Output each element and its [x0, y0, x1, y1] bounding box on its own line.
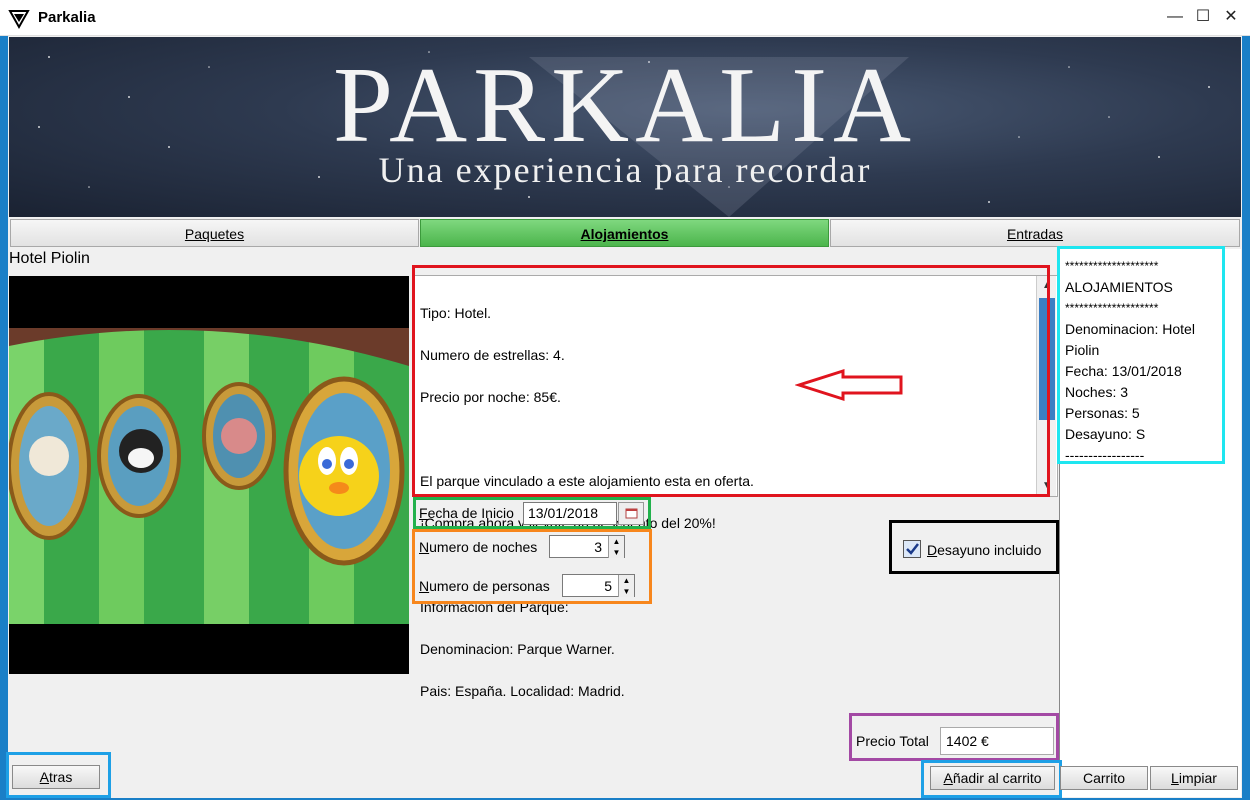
- anadir-rest: ñadir al carrito: [952, 770, 1042, 786]
- personas-stepper[interactable]: 5 ▲ ▼: [562, 574, 635, 597]
- personas-label: Numero de personas: [419, 578, 550, 594]
- atras-key: A: [39, 769, 49, 785]
- anadir-carrito-button[interactable]: Añadir al carrito: [930, 766, 1055, 790]
- tab-paquetes[interactable]: Paquetes: [10, 219, 419, 247]
- tab-entradas[interactable]: Entradas: [830, 219, 1240, 247]
- banner: PARKALIA Una experiencia para recordar: [9, 37, 1241, 217]
- hotel-name: Hotel Piolin: [9, 250, 90, 267]
- fecha-input[interactable]: 13/01/2018: [523, 502, 617, 525]
- atras-button[interactable]: Atras: [12, 765, 100, 789]
- limpiar-rest: impiar: [1178, 770, 1217, 786]
- highlight-description: [412, 265, 1050, 497]
- limpiar-key: L: [1171, 770, 1179, 786]
- limpiar-button[interactable]: Limpiar: [1150, 766, 1238, 790]
- window-title: Parkalia: [38, 9, 96, 26]
- banner-subtitle: Una experiencia para recordar: [378, 150, 872, 190]
- precio-total-field: 1402 €: [940, 727, 1054, 755]
- banner-title: PARKALIA: [332, 46, 918, 165]
- maximize-button[interactable]: ☐: [1190, 4, 1216, 30]
- carrito-button[interactable]: Carrito: [1060, 766, 1148, 790]
- anadir-key: A: [943, 770, 953, 786]
- tab-label: Alojamientos: [580, 226, 669, 242]
- title-bar: [0, 0, 1250, 36]
- tab-alojamientos[interactable]: Alojamientos: [420, 219, 829, 247]
- desc-line: Pais: España. Localidad: Madrid.: [420, 683, 625, 699]
- tab-label: Paquetes: [184, 226, 245, 242]
- noches-stepper[interactable]: 3 ▲ ▼: [549, 535, 625, 558]
- personas-label-key: N: [419, 578, 430, 594]
- noches-spin-icon[interactable]: ▲ ▼: [608, 536, 624, 558]
- close-button[interactable]: ✕: [1218, 4, 1244, 30]
- noches-label: Numero de noches: [419, 539, 537, 555]
- fecha-label: Fecha de Inicio: [419, 505, 514, 521]
- hotel-image: [9, 276, 409, 674]
- fecha-label-rest: echa de Inicio: [427, 505, 514, 521]
- noches-value: 3: [594, 539, 602, 555]
- personas-label-rest: umero de personas: [429, 578, 550, 594]
- personas-value: 5: [604, 578, 612, 594]
- noches-label-rest: umero de noches: [429, 539, 538, 555]
- precio-label: Precio Total: [856, 733, 929, 749]
- checkbox-checked-icon[interactable]: [903, 540, 921, 558]
- desayuno-label-rest: esayuno incluido: [937, 542, 1042, 558]
- app-logo-icon: [8, 8, 30, 30]
- highlight-summary: [1057, 246, 1225, 464]
- atras-rest: tras: [49, 769, 73, 785]
- personas-spin-icon[interactable]: ▲ ▼: [618, 575, 634, 597]
- desc-line: Denominacion: Parque Warner.: [420, 641, 615, 657]
- tab-label: Entradas: [1006, 226, 1064, 242]
- noches-label-key: N: [419, 539, 430, 555]
- desayuno-label[interactable]: Desayuno incluido: [927, 542, 1041, 558]
- desayuno-label-key: D: [927, 542, 938, 558]
- minimize-button[interactable]: —: [1162, 4, 1188, 30]
- fecha-label-key: F: [419, 505, 428, 521]
- calendar-icon[interactable]: [618, 502, 644, 525]
